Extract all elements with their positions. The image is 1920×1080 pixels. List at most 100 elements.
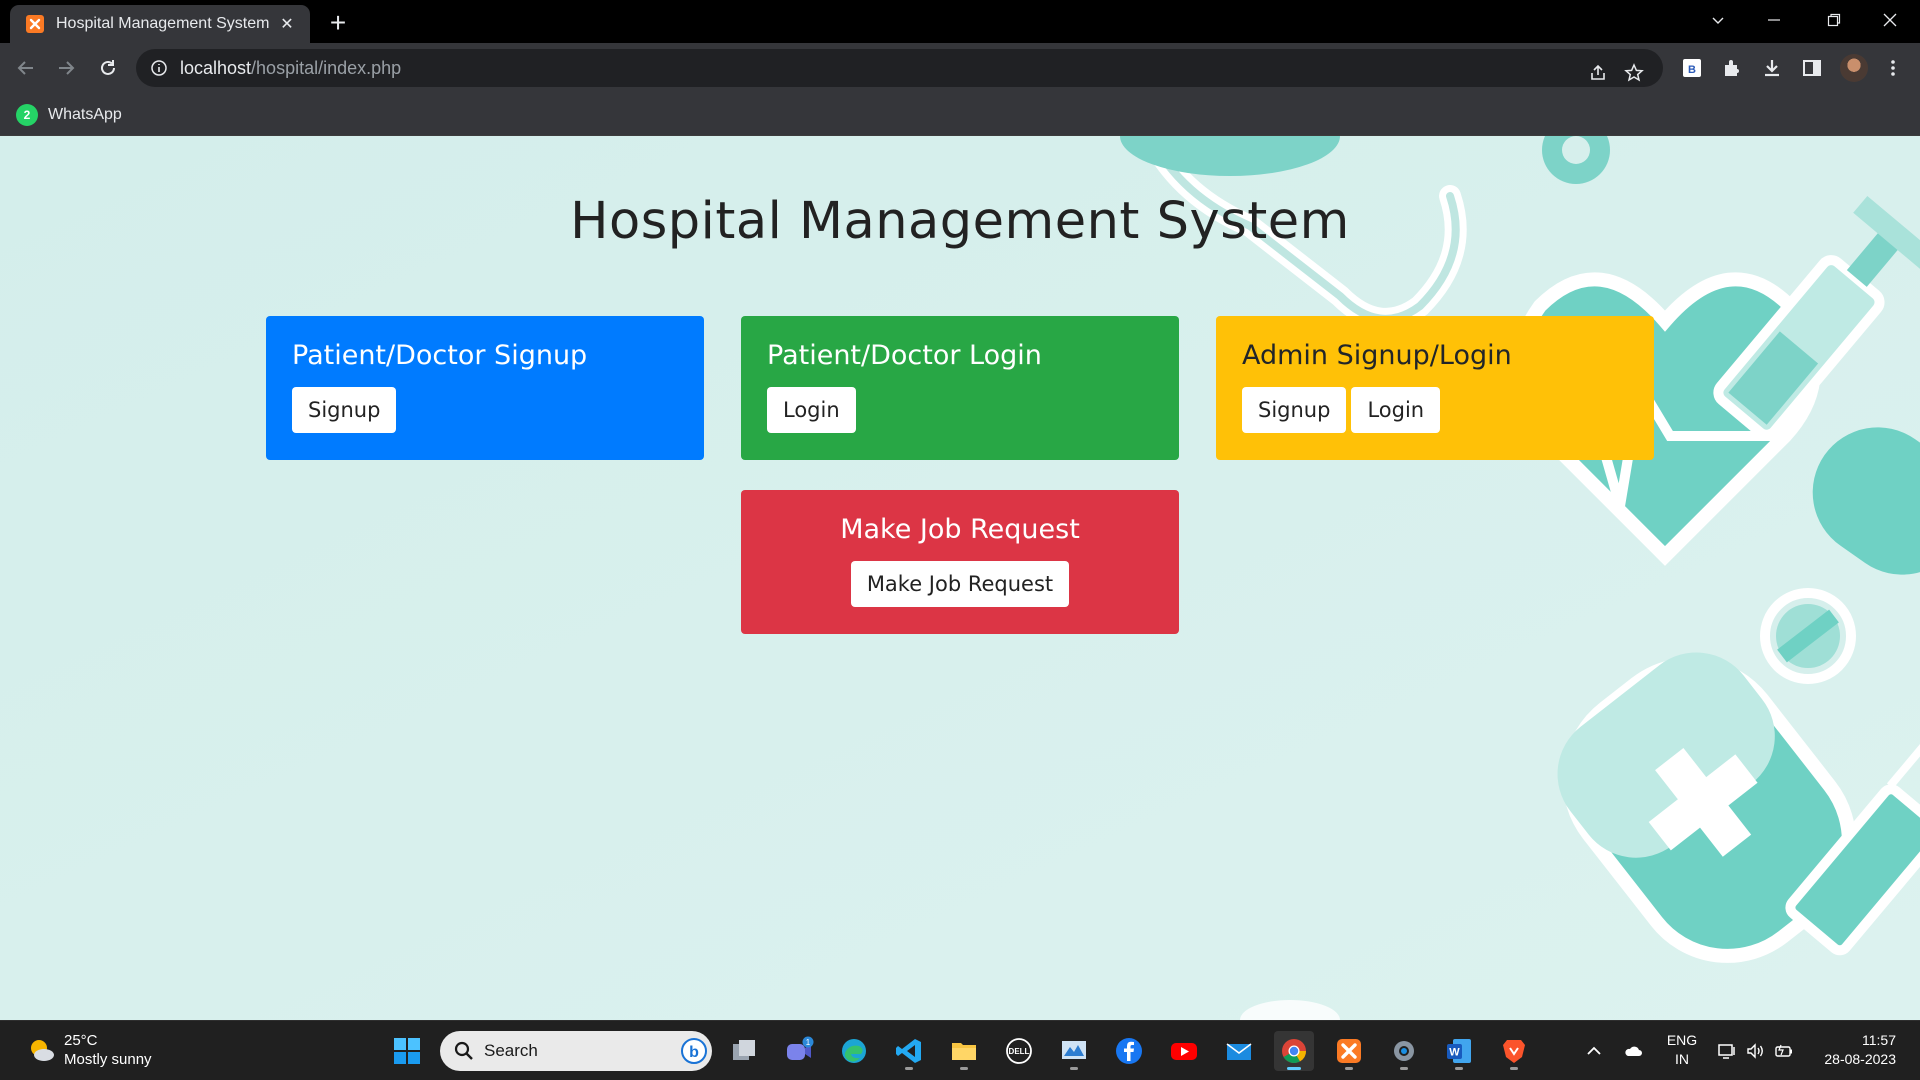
xampp-icon — [1337, 1039, 1361, 1063]
photos-button[interactable] — [1054, 1031, 1094, 1071]
dell-icon: DELL — [1006, 1038, 1032, 1064]
bookmark-whatsapp[interactable]: 2 WhatsApp — [16, 102, 122, 128]
page-viewport: Hospital Management System Patient/Docto… — [0, 136, 1920, 1020]
search-icon — [454, 1041, 473, 1060]
speaker-icon — [1747, 1043, 1763, 1059]
mail-icon — [1226, 1043, 1252, 1060]
task-view-button[interactable] — [724, 1031, 764, 1071]
svg-text:B: B — [1688, 64, 1696, 76]
minimize-button[interactable] — [1746, 0, 1802, 40]
vscode-button[interactable] — [889, 1031, 929, 1071]
admin-signup-login-card: Admin Signup/Login Signup Login — [1216, 316, 1654, 460]
svg-text:b: b — [689, 1044, 699, 1061]
volume-tray[interactable] — [1744, 1031, 1766, 1071]
admin-signup-button[interactable]: Signup — [1242, 387, 1347, 433]
patient-doctor-login-button[interactable]: Login — [767, 387, 856, 433]
settings-button[interactable] — [1384, 1031, 1424, 1071]
card-title: Patient/Doctor Login — [767, 340, 1042, 371]
bing-icon[interactable]: b — [680, 1037, 708, 1065]
taskbar-search[interactable]: Search b — [440, 1031, 712, 1071]
task-view-icon — [733, 1040, 755, 1060]
word-icon: W — [1447, 1039, 1471, 1063]
language-indicator[interactable]: ENG IN — [1664, 1031, 1700, 1069]
back-button[interactable] — [10, 52, 42, 84]
patient-doctor-signup-card: Patient/Doctor Signup Signup — [266, 316, 704, 460]
teams-chat-icon: 1 — [787, 1036, 814, 1060]
browser-tab[interactable]: Hospital Management System ✕ — [10, 5, 310, 43]
mail-button[interactable] — [1219, 1031, 1259, 1071]
show-hidden-icons[interactable] — [1582, 1031, 1606, 1071]
xampp-button[interactable] — [1329, 1031, 1369, 1071]
patient-doctor-signup-button[interactable]: Signup — [292, 387, 397, 433]
download-icon[interactable] — [1757, 53, 1787, 83]
battery-icon — [1775, 1044, 1792, 1057]
svg-text:W: W — [1449, 1047, 1460, 1059]
weather-desc: Mostly sunny — [64, 1051, 152, 1068]
share-icon[interactable] — [1584, 59, 1612, 87]
youtube-button[interactable] — [1164, 1031, 1204, 1071]
word-button[interactable]: W — [1439, 1031, 1479, 1071]
folder-icon — [952, 1043, 976, 1060]
network-tray[interactable] — [1716, 1031, 1738, 1071]
address-bar[interactable]: localhost/hospital/index.php — [136, 49, 1663, 87]
close-window-button[interactable] — [1862, 0, 1918, 40]
chrome-button[interactable] — [1274, 1031, 1314, 1071]
xampp-icon — [26, 15, 44, 33]
dell-button[interactable]: DELL — [999, 1031, 1039, 1071]
clock-time: 11:57 — [1862, 1032, 1896, 1048]
tab-search-icon[interactable] — [1690, 0, 1746, 40]
weather-widget[interactable]: 25°C Mostly sunny — [26, 1031, 152, 1069]
chrome-icon — [1282, 1039, 1306, 1064]
start-button[interactable] — [387, 1031, 427, 1071]
network-monitor-icon — [1718, 1044, 1735, 1059]
profile-avatar[interactable] — [1840, 54, 1868, 82]
admin-login-button[interactable]: Login — [1351, 387, 1441, 433]
reload-button[interactable] — [92, 52, 124, 84]
menu-kebab-icon[interactable] — [1878, 53, 1908, 83]
edge-icon — [842, 1039, 866, 1063]
search-label: Search — [484, 1041, 538, 1060]
patient-doctor-login-card: Patient/Doctor Login Login — [741, 316, 1179, 460]
cloud-icon — [1625, 1046, 1642, 1056]
monitor-chart-icon — [1062, 1041, 1086, 1059]
forward-button[interactable] — [50, 52, 82, 84]
brave-button[interactable] — [1494, 1031, 1534, 1071]
gear-icon — [1394, 1041, 1414, 1061]
battery-tray[interactable] — [1772, 1031, 1796, 1071]
url-text: localhost/hospital/index.php — [180, 57, 402, 78]
teams-chat-button[interactable]: 1 — [779, 1031, 819, 1071]
facebook-button[interactable] — [1109, 1031, 1149, 1071]
bookmark-star-icon[interactable] — [1620, 59, 1648, 87]
facebook-icon — [1116, 1038, 1142, 1064]
vscode-icon — [896, 1039, 921, 1063]
brave-lion-icon — [1503, 1040, 1525, 1063]
job-request-card: Make Job Request Make Job Request — [741, 490, 1179, 634]
card-title: Patient/Doctor Signup — [292, 340, 588, 371]
info-icon[interactable] — [150, 59, 168, 77]
tab-title: Hospital Management System — [56, 15, 270, 32]
file-explorer-button[interactable] — [944, 1031, 984, 1071]
bookmark-label: WhatsApp — [48, 106, 122, 123]
clock[interactable]: 11:57 28-08-2023 — [1810, 1031, 1896, 1069]
extensions-puzzle-icon[interactable] — [1717, 53, 1747, 83]
card-title: Admin Signup/Login — [1242, 340, 1512, 371]
browser-titlebar: Hospital Management System ✕ + — [0, 0, 1920, 43]
windows-taskbar: 25°C Mostly sunny Search b 1 DELL W ENG … — [0, 1020, 1920, 1080]
close-tab-icon[interactable]: ✕ — [276, 13, 298, 35]
page-title: Hospital Management System — [570, 192, 1350, 251]
extension-b-icon[interactable]: B — [1677, 53, 1707, 83]
browser-toolbar: localhost/hospital/index.php B — [0, 43, 1920, 93]
clock-date: 28-08-2023 — [1824, 1051, 1896, 1067]
svg-text:DELL: DELL — [1009, 1047, 1030, 1056]
make-job-request-button[interactable]: Make Job Request — [850, 561, 1070, 607]
weather-temp: 25°C — [64, 1032, 98, 1049]
youtube-icon — [1171, 1043, 1197, 1060]
side-panel-icon[interactable] — [1797, 53, 1827, 83]
whatsapp-icon: 2 — [16, 104, 38, 126]
edge-button[interactable] — [834, 1031, 874, 1071]
restore-button[interactable] — [1806, 0, 1862, 40]
chevron-up-icon — [1587, 1046, 1601, 1055]
new-tab-button[interactable]: + — [322, 7, 354, 39]
onedrive-tray[interactable] — [1620, 1031, 1646, 1071]
partly-sunny-icon — [31, 1040, 54, 1061]
